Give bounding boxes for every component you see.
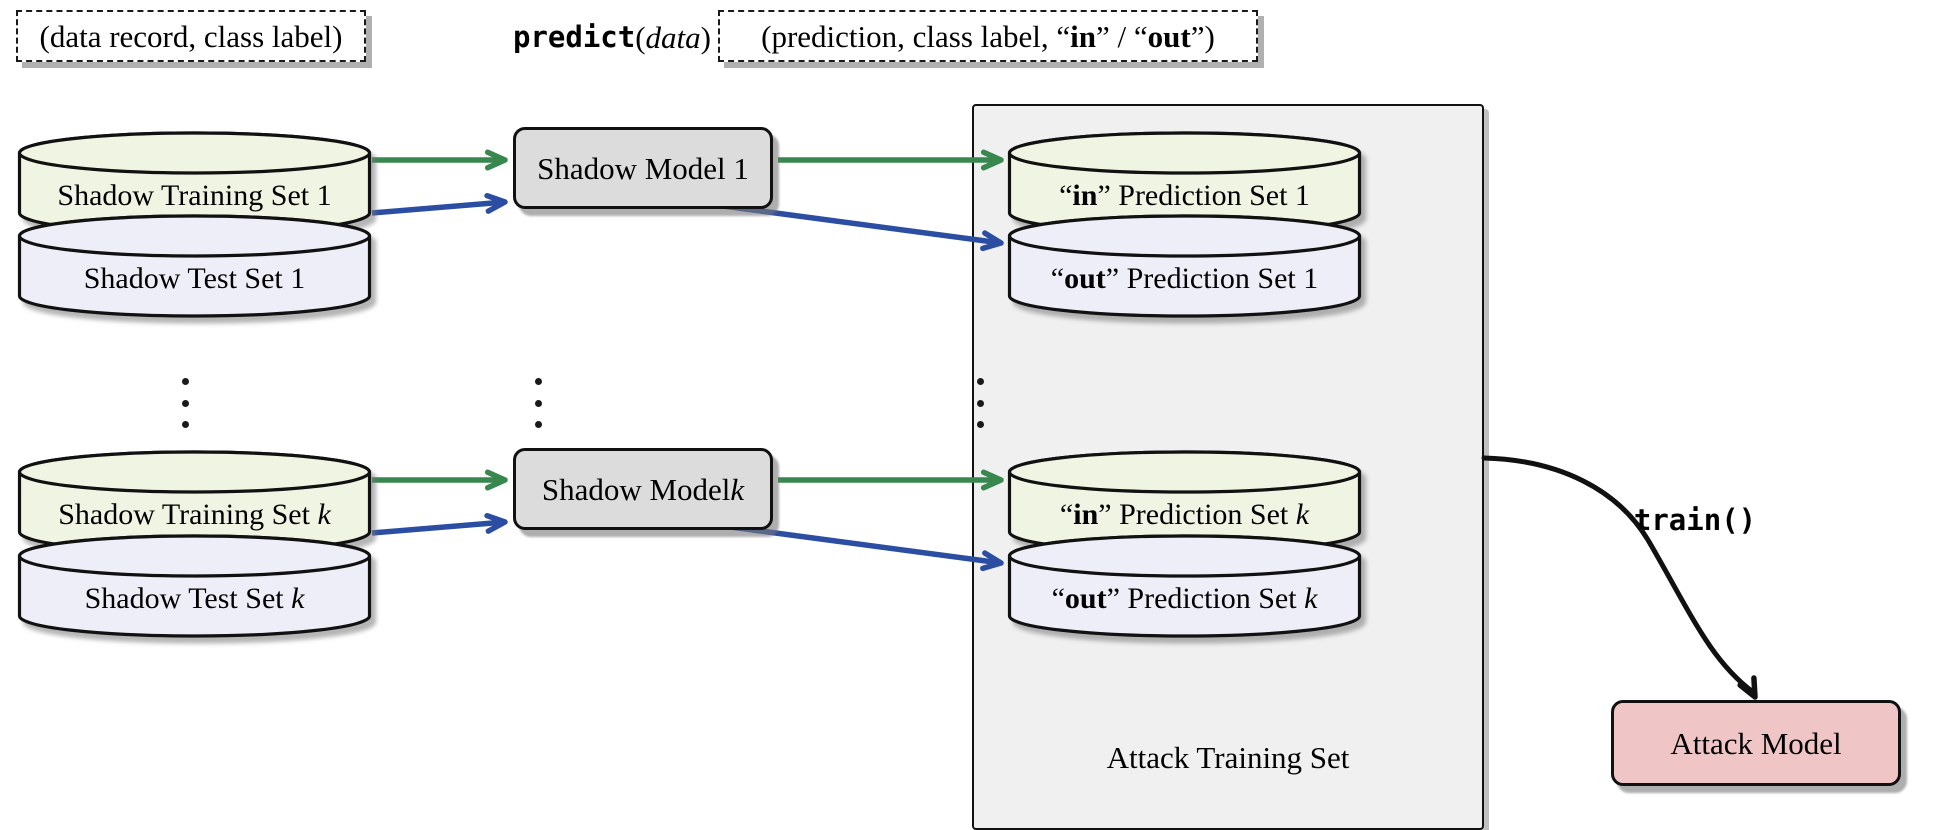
shadow-model-1-label: Shadow Model 1 xyxy=(537,150,749,186)
vdots-middle xyxy=(535,378,542,428)
attack-model-label: Attack Model xyxy=(1670,725,1842,761)
shadow-model-k: Shadow Model k xyxy=(513,448,773,530)
ellipsis-dot xyxy=(535,421,542,428)
caption-output-p4: ”) xyxy=(1190,18,1215,54)
predict-close-paren: ) xyxy=(700,19,711,55)
arrow-trainingk-to-modelk-head xyxy=(484,469,508,491)
cylinder-top-ellipse xyxy=(17,534,372,578)
arrow-test1-to-model1 xyxy=(371,199,506,216)
caption-input-tuple: (data record, class label) xyxy=(16,10,366,62)
attack-model: Attack Model xyxy=(1611,700,1901,786)
caption-train-call: train() xyxy=(1630,500,1760,540)
ellipsis-dot xyxy=(182,399,189,407)
cylinder-top-ellipse xyxy=(17,450,372,494)
train-parens: () xyxy=(1721,502,1757,537)
shadow-model-1: Shadow Model 1 xyxy=(513,127,773,209)
cylinder-top-ellipse xyxy=(17,131,372,175)
out-prediction-set-k: “out” Prediction Set k xyxy=(1007,534,1362,638)
diagram-canvas: Attack Training Set (data record, class … xyxy=(0,0,1952,830)
ellipsis-dot xyxy=(977,421,984,428)
arrow-test1-to-model1-head xyxy=(484,192,508,214)
arrow-testk-to-modelk-head xyxy=(484,512,508,534)
ellipsis-dot xyxy=(182,421,189,428)
arrow-training1-to-model1-head xyxy=(484,149,508,171)
arrow-attack-panel-to-attack-model xyxy=(1481,455,1756,695)
ellipsis-dot xyxy=(977,399,984,407)
caption-output-out: out xyxy=(1147,18,1191,54)
caption-input-tuple-text: (data record, class label) xyxy=(39,18,343,54)
arrow-testk-to-modelk xyxy=(371,519,506,536)
cylinder-top-ellipse xyxy=(1007,450,1362,494)
vdots-right xyxy=(977,378,984,428)
ellipsis-dot xyxy=(535,378,542,385)
predict-arg: data xyxy=(645,19,701,55)
attack-training-set-label: Attack Training Set xyxy=(1106,740,1350,775)
cylinder-top-ellipse xyxy=(17,214,372,258)
vdots-left xyxy=(182,378,189,428)
caption-output-tuple: (prediction, class label, “in” / “out”) xyxy=(718,10,1258,62)
arrow-attack-panel-to-attack-model-head xyxy=(1737,675,1758,700)
cylinder-top-ellipse xyxy=(1007,214,1362,258)
ellipsis-dot xyxy=(535,399,542,407)
ellipsis-dot xyxy=(977,378,984,385)
caption-output-p2: ” / “ xyxy=(1096,18,1148,54)
predict-open-paren: ( xyxy=(635,19,646,55)
index-variable: k xyxy=(730,471,745,507)
caption-output-p0: (prediction, class label, “ xyxy=(761,18,1071,54)
shadow-model-k-label: Shadow Model xyxy=(541,471,731,507)
predict-fn-name: predict xyxy=(513,19,636,54)
shadow-test-set-k: Shadow Test Set k xyxy=(17,534,372,638)
cylinder-top-ellipse xyxy=(1007,534,1362,578)
cylinder-top-ellipse xyxy=(1007,131,1362,175)
out-prediction-set-1: “out” Prediction Set 1 xyxy=(1007,214,1362,318)
train-fn-name: train xyxy=(1633,502,1722,537)
shadow-test-set-1: Shadow Test Set 1 xyxy=(17,214,372,318)
ellipsis-dot xyxy=(182,378,189,385)
caption-output-in: in xyxy=(1070,18,1097,54)
